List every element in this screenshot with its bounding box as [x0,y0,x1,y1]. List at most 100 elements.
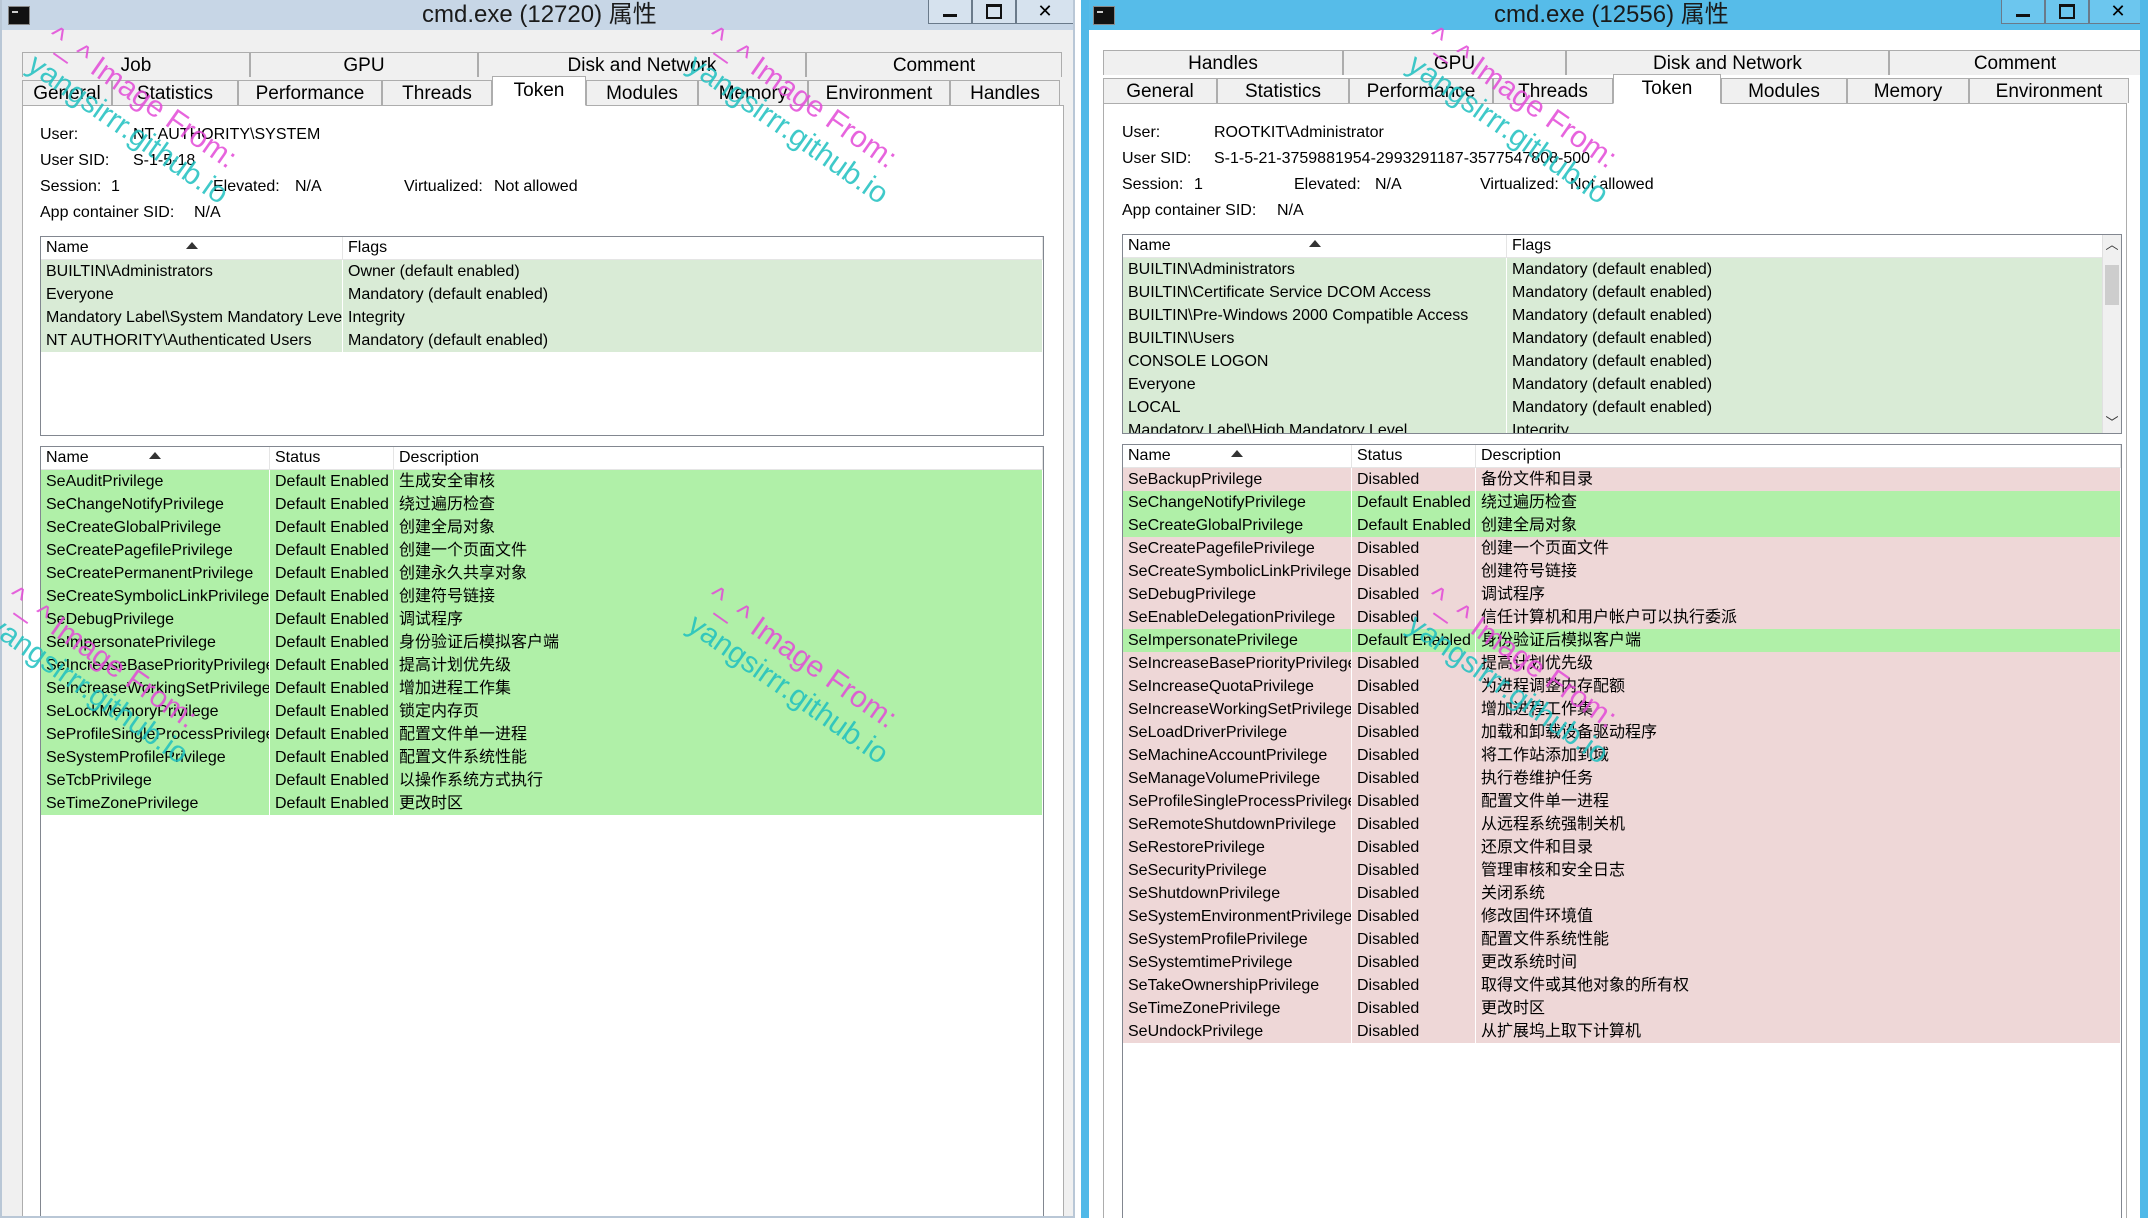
privilege-row[interactable]: SeImpersonatePrivilege Default Enabled 身份验… [41,631,1043,654]
title-bar[interactable]: cmd.exe (12556) 属性 ✕ [1089,0,2140,30]
group-row[interactable]: Everyone Mandatory (default enabled) [1123,373,2103,396]
tab-disk-network[interactable]: Disk and Network [1566,50,1889,75]
privilege-row[interactable]: SeCreateSymbolicLinkPrivilege Default Ena… [41,585,1043,608]
privilege-row[interactable]: SeSystemtimePrivilege Disabled 更改系统时间 [1123,951,2121,974]
column-header-name[interactable]: Name [1123,445,1352,467]
tab-job[interactable]: Job [22,52,250,77]
group-row[interactable]: Everyone Mandatory (default enabled) [41,283,1043,306]
privilege-row[interactable]: SeIncreaseBasePriorityPrivilege Disabled 提… [1123,652,2121,675]
privilege-row[interactable]: SeIncreaseQuotaPrivilege Disabled 为进程调整内存配… [1123,675,2121,698]
tab-comment[interactable]: Comment [1889,50,2140,75]
scroll-up-icon[interactable]: ︿ [2105,237,2119,253]
maximize-button[interactable] [2045,0,2089,24]
column-header-name[interactable]: Name [41,237,343,259]
tab-threads[interactable]: Threads [1493,78,1613,103]
privilege-row[interactable]: SeTakeOwnershipPrivilege Disabled 取得文件或其他对… [1123,974,2121,997]
privilege-row[interactable]: SeImpersonatePrivilege Default Enabled 身份验… [1123,629,2121,652]
privilege-row[interactable]: SeUndockPrivilege Disabled 从扩展坞上取下计算机 [1123,1020,2121,1043]
column-header-name[interactable]: Name [1123,235,1507,257]
privilege-row[interactable]: SeCreateGlobalPrivilege Default Enabled 创建… [1123,514,2121,537]
tab-performance[interactable]: Performance [238,80,382,105]
scroll-thumb[interactable] [2105,265,2119,305]
privilege-row[interactable]: SeBackupPrivilege Disabled 备份文件和目录 [1123,468,2121,491]
tab-environment[interactable]: Environment [1969,78,2129,103]
tab-gpu[interactable]: GPU [1343,50,1566,75]
privilege-row[interactable]: SeRestorePrivilege Disabled 还原文件和目录 [1123,836,2121,859]
tab-handles[interactable]: Handles [1103,50,1343,75]
tab-comment[interactable]: Comment [806,52,1062,77]
scroll-down-icon[interactable]: ﹀ [2105,415,2119,431]
close-button[interactable]: ✕ [1016,0,1073,24]
privilege-row[interactable]: SeProfileSingleProcessPrivilege Disabled 配… [1123,790,2121,813]
tab-disk-network[interactable]: Disk and Network [478,52,806,77]
tab-memory[interactable]: Memory [698,80,808,105]
tab-environment[interactable]: Environment [808,80,950,105]
privilege-row[interactable]: SeIncreaseBasePriorityPrivilege Default E… [41,654,1043,677]
group-row[interactable]: BUILTIN\Administrators Owner (default ena… [41,260,1043,283]
group-row[interactable]: LOCAL Mandatory (default enabled) [1123,396,2103,419]
tab-modules[interactable]: Modules [1721,78,1847,103]
privilege-row[interactable]: SeCreatePermanentPrivilege Default Enable… [41,562,1043,585]
privilege-row[interactable]: SeDebugPrivilege Disabled 调试程序 [1123,583,2121,606]
privilege-row[interactable]: SeEnableDelegationPrivilege Disabled 信任计算机… [1123,606,2121,629]
privilege-row[interactable]: SeDebugPrivilege Default Enabled 调试程序 [41,608,1043,631]
privilege-row[interactable]: SeLockMemoryPrivilege Default Enabled 锁定内存… [41,700,1043,723]
privilege-row[interactable]: SeIncreaseWorkingSetPrivilege Disabled 增加进… [1123,698,2121,721]
privilege-row[interactable]: SeShutdownPrivilege Disabled 关闭系统 [1123,882,2121,905]
group-row[interactable]: CONSOLE LOGON Mandatory (default enabled) [1123,350,2103,373]
privilege-row[interactable]: SeSystemProfilePrivilege Disabled 配置文件系统性能 [1123,928,2121,951]
column-header-status[interactable]: Status [270,447,394,469]
group-row[interactable]: BUILTIN\Pre-Windows 2000 Compatible Acce… [1123,304,2103,327]
privilege-row[interactable]: SeRemoteShutdownPrivilege Disabled 从远程系统强制… [1123,813,2121,836]
column-header-flags[interactable]: Flags [343,237,1043,259]
privilege-row[interactable]: SeSystemEnvironmentPrivilege Disabled 修改固件… [1123,905,2121,928]
privilege-row[interactable]: SeTimeZonePrivilege Disabled 更改时区 [1123,997,2121,1020]
privilege-row[interactable]: SeCreateGlobalPrivilege Default Enabled 创建… [41,516,1043,539]
privilege-row[interactable]: SeChangeNotifyPrivilege Default Enabled 绕过… [41,493,1043,516]
column-header-name[interactable]: Name [41,447,270,469]
column-header-description[interactable]: Description [1476,445,2121,467]
privileges-list[interactable]: Name Status Description SeBackupPrivileg… [1122,444,2122,1218]
tab-threads[interactable]: Threads [382,80,492,105]
column-header-status[interactable]: Status [1352,445,1476,467]
groups-list[interactable]: Name Flags BUILTIN\Administrators Mandato… [1122,234,2122,434]
privilege-row[interactable]: SeCreatePagefilePrivilege Disabled 创建一个页面文… [1123,537,2121,560]
group-row[interactable]: BUILTIN\Administrators Mandatory (default… [1123,258,2103,281]
privilege-row[interactable]: SeSystemProfilePrivilege Default Enabled 配… [41,746,1043,769]
maximize-button[interactable] [972,0,1016,24]
privilege-row[interactable]: SeTcbPrivilege Default Enabled 以操作系统方式执行 [41,769,1043,792]
privilege-row[interactable]: SeChangeNotifyPrivilege Default Enabled 绕过… [1123,491,2121,514]
tab-gpu[interactable]: GPU [250,52,478,77]
group-row[interactable]: NT AUTHORITY\Authenticated Users Mandator… [41,329,1043,352]
column-header-description[interactable]: Description [394,447,1043,469]
tab-statistics[interactable]: Statistics [112,80,238,105]
privileges-list[interactable]: Name Status Description SeAuditPrivilege… [40,446,1044,1216]
tab-memory[interactable]: Memory [1847,78,1969,103]
minimize-button[interactable] [928,0,972,24]
tab-statistics[interactable]: Statistics [1217,78,1349,103]
tab-handles[interactable]: Handles [950,80,1060,105]
close-button[interactable]: ✕ [2089,0,2140,24]
title-bar[interactable]: cmd.exe (12720) 属性 ✕ [2,0,1073,30]
privilege-row[interactable]: SeProfileSingleProcessPrivilege Default E… [41,723,1043,746]
privilege-row[interactable]: SeTimeZonePrivilege Default Enabled 更改时区 [41,792,1043,815]
privilege-row[interactable]: SeCreatePagefilePrivilege Default Enabled… [41,539,1043,562]
privilege-row[interactable]: SeSecurityPrivilege Disabled 管理审核和安全日志 [1123,859,2121,882]
group-row[interactable]: BUILTIN\Certificate Service DCOM Access M… [1123,281,2103,304]
privilege-row[interactable]: SeIncreaseWorkingSetPrivilege Default Ena… [41,677,1043,700]
tab-performance[interactable]: Performance [1349,78,1493,103]
tab-token[interactable]: Token [492,76,586,106]
group-row[interactable]: Mandatory Label\High Mandatory Level Inte… [1123,419,2103,433]
groups-scrollbar[interactable]: ︿ ﹀ [2102,235,2121,433]
privilege-row[interactable]: SeManageVolumePrivilege Disabled 执行卷维护任务 [1123,767,2121,790]
tab-modules[interactable]: Modules [586,80,698,105]
tab-token[interactable]: Token [1613,74,1721,104]
tab-general[interactable]: General [1103,78,1217,103]
group-row[interactable]: BUILTIN\Users Mandatory (default enabled) [1123,327,2103,350]
privilege-row[interactable]: SeMachineAccountPrivilege Disabled 将工作站添加到… [1123,744,2121,767]
minimize-button[interactable] [2001,0,2045,24]
group-row[interactable]: Mandatory Label\System Mandatory Level In… [41,306,1043,329]
privilege-row[interactable]: SeCreateSymbolicLinkPrivilege Disabled 创建符… [1123,560,2121,583]
groups-list[interactable]: Name Flags BUILTIN\Administrators Owner (… [40,236,1044,436]
column-header-flags[interactable]: Flags [1507,235,2103,257]
